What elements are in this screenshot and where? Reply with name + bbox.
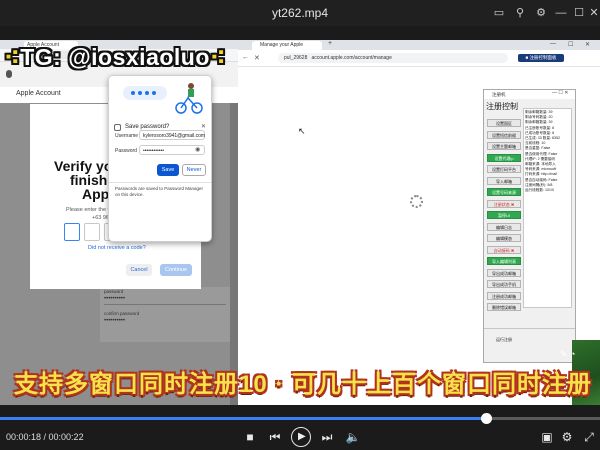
key-icon xyxy=(114,124,121,131)
minimize-icon[interactable]: — xyxy=(553,5,569,21)
panel-button[interactable]: 导出成功手机 xyxy=(487,280,521,288)
panel-button[interactable]: 设置号码来源 xyxy=(487,188,521,196)
save-password-popup: Save password? ✕ Username kylerosoro3941… xyxy=(108,75,212,242)
right-tab-bar: Manage your Apple Account + — ☐ ✕ xyxy=(238,40,600,57)
panel-button[interactable]: 设置代理ip xyxy=(487,153,521,162)
channel-tag-overlay: ⁖TG: @iosxiaoluo⁖ xyxy=(4,44,244,72)
panel-button[interactable]: 设置打码平台 xyxy=(487,165,521,173)
panel-button[interactable]: 导入邮箱 xyxy=(487,176,521,185)
background-form: password •••••••••• confirm password •••… xyxy=(100,287,230,342)
panel-heading: 注册控制 xyxy=(486,102,518,111)
never-button[interactable]: Never xyxy=(182,164,206,176)
mouse-cursor-icon: ↖ xyxy=(298,126,306,136)
panel-log: 剩余邮箱数量: 39 剩余号码数量: 20 剩余邮箱数量: 39 已注册账号数量: 8… xyxy=(523,108,572,308)
panel-button[interactable]: 注册成功邮箱 xyxy=(487,291,521,300)
field-label: password xyxy=(104,289,124,294)
minimize-icon[interactable]: — xyxy=(550,41,556,47)
divider xyxy=(109,182,211,183)
field-label: confirm password xyxy=(104,311,140,316)
screenshot-icon[interactable]: ▣ xyxy=(538,428,556,446)
close-icon[interactable]: ✕ xyxy=(201,123,206,130)
new-tab-icon[interactable]: + xyxy=(328,40,332,47)
right-tab[interactable]: Manage your Apple Account xyxy=(252,41,322,57)
panel-button[interactable]: 设置主题邮箱 xyxy=(487,142,521,150)
register-panel-extension-button[interactable]: ■ 注册控制面板 xyxy=(518,54,564,62)
username-label: Username xyxy=(115,133,139,139)
sparkle-icon: ⁖ xyxy=(209,44,227,70)
player-title-bar: yt262.mp4 ▭ ⚲ ⚙ — ☐ ✕ xyxy=(0,0,600,26)
settings-icon[interactable]: ⚙ xyxy=(533,5,549,21)
panel-button[interactable]: 设置国区 xyxy=(487,119,521,127)
apple-account-label: Apple Account xyxy=(16,90,61,97)
panel-button[interactable]: 编辑日志 xyxy=(487,222,521,231)
close-icon[interactable]: ✕ xyxy=(254,54,260,62)
progress-handle[interactable] xyxy=(481,413,492,424)
tray-icons: ✎ ◔ xyxy=(560,349,576,359)
panel-button[interactable]: 删除错误邮箱 xyxy=(487,303,521,311)
field-value[interactable]: •••••••••• xyxy=(104,318,125,324)
address-prefix: pul_29628 xyxy=(284,55,308,61)
progress-fill xyxy=(0,417,486,420)
divider xyxy=(484,328,575,329)
password-label: Password xyxy=(115,148,137,154)
continue-button[interactable]: Continue xyxy=(160,264,192,276)
subtitle-overlay: 支持多窗口同时注册10 · 可几十上百个窗口同时注册 xyxy=(13,371,593,398)
panel-window-controls[interactable]: — ☐ ✕ xyxy=(552,90,568,96)
log-line: 运行线程数: 10/10 xyxy=(525,188,554,193)
register-control-panel: 注册机 — ☐ ✕ 注册控制 设置国区 设置短信前缀 设置主题邮箱 设置代理ip 设置打… xyxy=(483,89,576,363)
cancel-button[interactable]: Cancel xyxy=(126,264,152,276)
address-url: account.apple.com/account/manage xyxy=(311,55,392,61)
eye-icon[interactable]: ◉ xyxy=(195,146,200,153)
volume-icon[interactable]: 🔈 xyxy=(344,428,362,446)
panel-button[interactable]: 设置短信前缀 xyxy=(487,130,521,139)
sparkle-icon: ⁖ xyxy=(4,44,21,70)
close-icon[interactable]: ✕ xyxy=(588,5,600,21)
left-browser-window: Apple Account Apple Account password •••… xyxy=(0,40,238,405)
loading-spinner-icon xyxy=(410,195,423,208)
panel-button[interactable]: 导出成功邮箱 xyxy=(487,268,521,277)
settings-icon[interactable]: ⚙ xyxy=(558,428,576,446)
resend-code-link[interactable]: Did not receive a code? xyxy=(88,245,146,251)
right-url-bar: ← ✕ pul_29628 account.apple.com/account/… xyxy=(238,50,600,67)
player-title: yt262.mp4 xyxy=(271,6,329,20)
maximize-icon[interactable]: ☐ xyxy=(568,41,573,48)
pin-icon[interactable]: ⚲ xyxy=(512,5,528,21)
username-field[interactable]: kylerosoro3941@gmail.com xyxy=(139,130,205,140)
popup-illustration xyxy=(109,76,211,120)
panel-button[interactable]: 导入编辑列表 xyxy=(487,257,521,265)
field-value[interactable]: •••••••••• xyxy=(104,296,125,302)
address-bar[interactable]: pul_29628 account.apple.com/account/mana… xyxy=(278,53,508,63)
run-register-button[interactable]: 运行注册 xyxy=(487,336,521,344)
code-digit-1[interactable] xyxy=(64,223,80,241)
close-icon[interactable]: ✕ xyxy=(585,41,590,48)
maximize-icon[interactable]: ☐ xyxy=(571,5,587,21)
panel-button[interactable]: 注册状态 ✖ xyxy=(487,199,521,208)
password-illustration-icon xyxy=(123,83,203,114)
video-frame[interactable]: Apple Account Apple Account password •••… xyxy=(0,40,600,405)
fullscreen-icon[interactable]: ⤢ xyxy=(580,428,598,446)
save-button[interactable]: Save xyxy=(157,164,179,176)
previous-icon[interactable]: ⏮ xyxy=(266,428,284,446)
stop-icon[interactable]: ■ xyxy=(241,428,259,446)
code-digit-2[interactable] xyxy=(84,223,100,241)
panel-button[interactable]: 编辑模态 xyxy=(487,234,521,242)
page-scrollbar[interactable] xyxy=(230,103,238,405)
panel-button[interactable]: 自动接码 ✖ xyxy=(487,245,521,254)
popup-footer: Passwords are saved to Password Manager … xyxy=(115,186,204,197)
divider xyxy=(104,304,226,305)
play-icon: ▶ xyxy=(298,431,306,442)
panel-button[interactable]: 暂停UI xyxy=(487,211,521,219)
time-display: 00:00:18 / 00:00:22 xyxy=(6,432,84,442)
play-button[interactable]: ▶ xyxy=(291,427,311,447)
cast-icon[interactable]: ▭ xyxy=(491,5,507,21)
next-icon[interactable]: ⏭ xyxy=(318,428,336,446)
channel-tag-text: TG: @iosxiaoluo xyxy=(20,44,210,70)
